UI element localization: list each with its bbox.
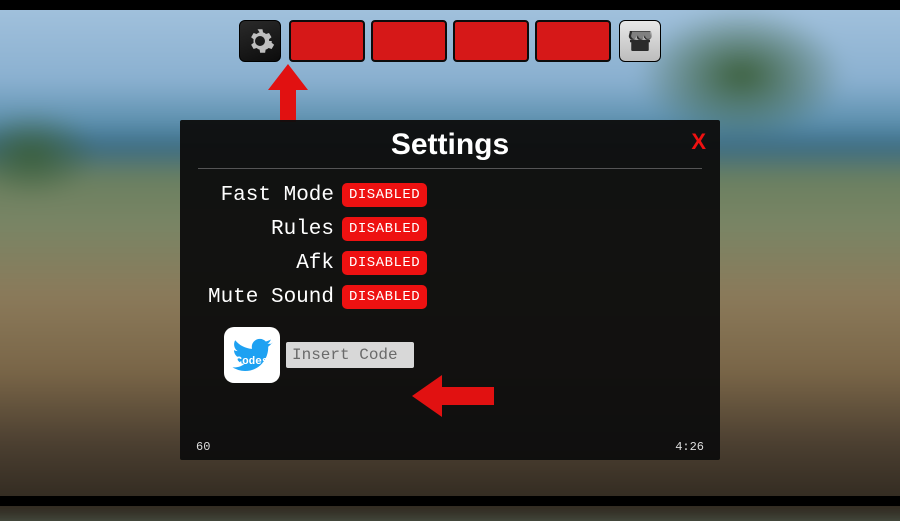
codes-button[interactable]: Codes xyxy=(224,327,280,383)
setting-label: Afk xyxy=(204,252,342,275)
hud-slot-bar xyxy=(289,20,611,62)
letterbox xyxy=(0,496,900,506)
setting-label: Fast Mode xyxy=(204,184,342,207)
modal-title: Settings xyxy=(198,126,702,168)
shop-icon xyxy=(625,26,655,56)
shop-button[interactable] xyxy=(619,20,661,62)
toggle-badge[interactable]: DISABLED xyxy=(342,251,427,275)
setting-row-fast-mode: Fast Mode DISABLED xyxy=(204,183,427,207)
setting-label: Mute Sound xyxy=(204,286,342,309)
footer-left-value: 60 xyxy=(196,440,210,454)
setting-row-rules: Rules DISABLED xyxy=(204,217,427,241)
toggle-badge[interactable]: DISABLED xyxy=(342,285,427,309)
codes-label: Codes xyxy=(235,356,268,368)
divider xyxy=(198,168,702,169)
arrow-up-icon xyxy=(268,64,308,122)
code-input[interactable] xyxy=(286,342,414,368)
hud-slot[interactable] xyxy=(289,20,365,62)
top-hud xyxy=(0,20,900,62)
modal-footer: 60 4:26 xyxy=(196,440,704,454)
pointer-arrow-settings xyxy=(268,64,308,122)
toggle-badge[interactable]: DISABLED xyxy=(342,217,427,241)
settings-button[interactable] xyxy=(239,20,281,62)
setting-row-mute-sound: Mute Sound DISABLED xyxy=(204,285,427,309)
footer-right-time: 4:26 xyxy=(675,440,704,454)
pointer-arrow-code xyxy=(412,375,494,417)
close-button[interactable]: X xyxy=(691,129,706,155)
gear-icon xyxy=(245,26,275,56)
setting-row-afk: Afk DISABLED xyxy=(204,251,427,275)
hud-slot[interactable] xyxy=(453,20,529,62)
toggle-badge[interactable]: DISABLED xyxy=(342,183,427,207)
hud-slot[interactable] xyxy=(535,20,611,62)
settings-rows: Fast Mode DISABLED Rules DISABLED Afk DI… xyxy=(198,183,702,383)
setting-label: Rules xyxy=(204,218,342,241)
letterbox xyxy=(0,0,900,10)
twitter-icon xyxy=(228,331,276,379)
hud-slot[interactable] xyxy=(371,20,447,62)
codes-row: Codes xyxy=(204,327,414,383)
arrow-left-icon xyxy=(412,375,494,417)
